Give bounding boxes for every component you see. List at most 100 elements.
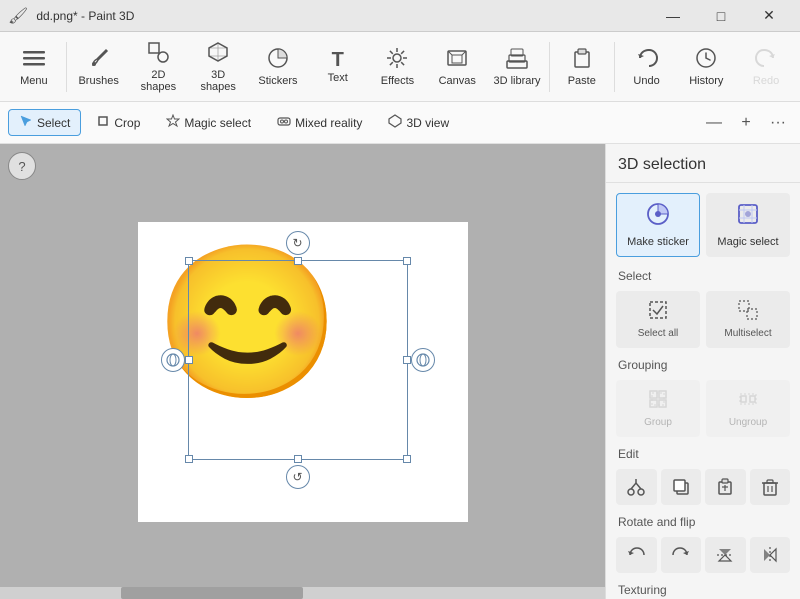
selection-box[interactable]: ↻ ↺: [188, 260, 408, 460]
maximize-button[interactable]: □: [698, 0, 744, 32]
tool-undo[interactable]: Undo: [617, 35, 677, 99]
canvas-scrollbar-thumb[interactable]: [121, 587, 303, 599]
tool-history[interactable]: History: [676, 35, 736, 99]
toolbar: Menu Brushes 2D shapes 3D shapes Sticker…: [0, 32, 800, 102]
tool-effects-label: Effects: [381, 75, 414, 87]
multiselect-button[interactable]: Multiselect: [706, 291, 790, 348]
text-icon: T: [332, 50, 344, 70]
right-panel: 3D selection Make sticker Magic select S…: [605, 144, 800, 599]
toolbar-separator-3: [614, 42, 615, 92]
tool-undo-label: Undo: [633, 75, 659, 87]
canvas-scrollbar[interactable]: [0, 587, 605, 599]
toolbar-separator-1: [66, 42, 67, 92]
handle-middle-right[interactable]: [403, 356, 411, 364]
rotate-handle-bottom[interactable]: ↺: [286, 465, 310, 489]
canvas-bg: 😊 ↻ ↺: [138, 222, 468, 522]
tool-effects[interactable]: Effects: [368, 35, 428, 99]
tool-canvas[interactable]: Canvas: [427, 35, 487, 99]
canvas-area[interactable]: ? 😊 ↻ ↺: [0, 144, 605, 599]
minimize-button[interactable]: —: [650, 0, 696, 32]
tool-3d-shapes-label: 3D shapes: [192, 69, 244, 93]
tool-brushes[interactable]: Brushes: [69, 35, 129, 99]
group-icon: [648, 389, 668, 414]
select-all-button[interactable]: Select all: [616, 291, 700, 348]
magic-select-button[interactable]: Magic select: [706, 193, 790, 257]
select-buttons: Select all Multiselect: [606, 287, 800, 352]
select-all-label: Select all: [638, 328, 679, 339]
make-sticker-icon: [646, 202, 670, 232]
grouping-buttons: Group Ungroup: [606, 376, 800, 441]
handle-bottom-center[interactable]: [294, 455, 302, 463]
sub-tool-mixed-reality[interactable]: Mixed reality: [266, 109, 373, 136]
handle-middle-left[interactable]: [185, 356, 193, 364]
multiselect-icon: [738, 300, 758, 325]
flip-horizontal-button[interactable]: [750, 537, 791, 573]
main-area: ? 😊 ↻ ↺: [0, 144, 800, 599]
sub-tool-3d-view[interactable]: 3D view: [377, 109, 460, 136]
zoom-in-button[interactable]: +: [732, 109, 760, 137]
tool-menu[interactable]: Menu: [4, 35, 64, 99]
texturing-section-label: Texturing: [606, 577, 800, 599]
crop-icon: [96, 114, 110, 131]
tool-redo[interactable]: Redo: [736, 35, 796, 99]
app-icon: 🖌: [8, 6, 28, 26]
close-button[interactable]: ✕: [746, 0, 792, 32]
tool-text[interactable]: T Text: [308, 35, 368, 99]
rotate-handle-top[interactable]: ↻: [286, 231, 310, 255]
3d-handle-right[interactable]: [411, 348, 435, 372]
ungroup-icon: [738, 389, 758, 414]
make-sticker-button[interactable]: Make sticker: [616, 193, 700, 257]
sub-tool-magic-select[interactable]: Magic select: [155, 109, 262, 136]
3d-shapes-icon: [207, 41, 229, 67]
edit-section-label: Edit: [606, 441, 800, 465]
copy-button[interactable]: [661, 469, 702, 505]
tool-redo-label: Redo: [753, 75, 779, 87]
menu-icon: [23, 47, 45, 73]
canvas-icon: [446, 47, 468, 73]
help-button[interactable]: ?: [8, 152, 36, 180]
sub-tool-crop[interactable]: Crop: [85, 109, 151, 136]
handle-bottom-left[interactable]: [185, 455, 193, 463]
handle-top-center[interactable]: [294, 257, 302, 265]
effects-icon: [386, 47, 408, 73]
delete-button[interactable]: [750, 469, 791, 505]
rotate-left-button[interactable]: [616, 537, 657, 573]
edit-buttons: [606, 465, 800, 509]
handle-top-right[interactable]: [403, 257, 411, 265]
magic-select-panel-label: Magic select: [717, 236, 778, 248]
handle-top-left[interactable]: [185, 257, 193, 265]
title-bar-title: dd.png* - Paint 3D: [36, 9, 134, 23]
tool-3d-library-label: 3D library: [493, 75, 540, 87]
3d-library-icon: [506, 47, 528, 73]
rotate-right-button[interactable]: [661, 537, 702, 573]
flip-vertical-button[interactable]: [705, 537, 746, 573]
sub-tool-crop-label: Crop: [114, 116, 140, 130]
zoom-out-button[interactable]: —: [700, 109, 728, 137]
tool-history-label: History: [689, 75, 723, 87]
sub-tool-select[interactable]: Select: [8, 109, 81, 136]
rotate-flip-buttons: [606, 533, 800, 577]
tool-3d-library[interactable]: 3D library: [487, 35, 547, 99]
tool-stickers[interactable]: Stickers: [248, 35, 308, 99]
tool-paste[interactable]: Paste: [552, 35, 612, 99]
undo-icon: [636, 47, 658, 73]
handle-bottom-right[interactable]: [403, 455, 411, 463]
3d-handle-left[interactable]: [161, 348, 185, 372]
tool-2d-shapes[interactable]: 2D shapes: [129, 35, 189, 99]
select-section-label: Select: [606, 263, 800, 287]
magic-select-icon: [166, 114, 180, 131]
cut-button[interactable]: [616, 469, 657, 505]
select-all-icon: [648, 300, 668, 325]
make-sticker-label: Make sticker: [627, 236, 689, 248]
title-bar: 🖌 dd.png* - Paint 3D — □ ✕: [0, 0, 800, 32]
redo-icon: [755, 47, 777, 73]
tool-3d-shapes[interactable]: 3D shapes: [188, 35, 248, 99]
more-options-button[interactable]: ···: [764, 109, 792, 137]
ungroup-button: Ungroup: [706, 380, 790, 437]
paste-selection-button[interactable]: [705, 469, 746, 505]
panel-title: 3D selection: [606, 144, 800, 183]
multiselect-label: Multiselect: [724, 328, 771, 339]
sub-tool-mixed-reality-label: Mixed reality: [295, 116, 362, 130]
sub-tool-magic-select-label: Magic select: [184, 116, 251, 130]
tool-paste-label: Paste: [568, 75, 596, 87]
